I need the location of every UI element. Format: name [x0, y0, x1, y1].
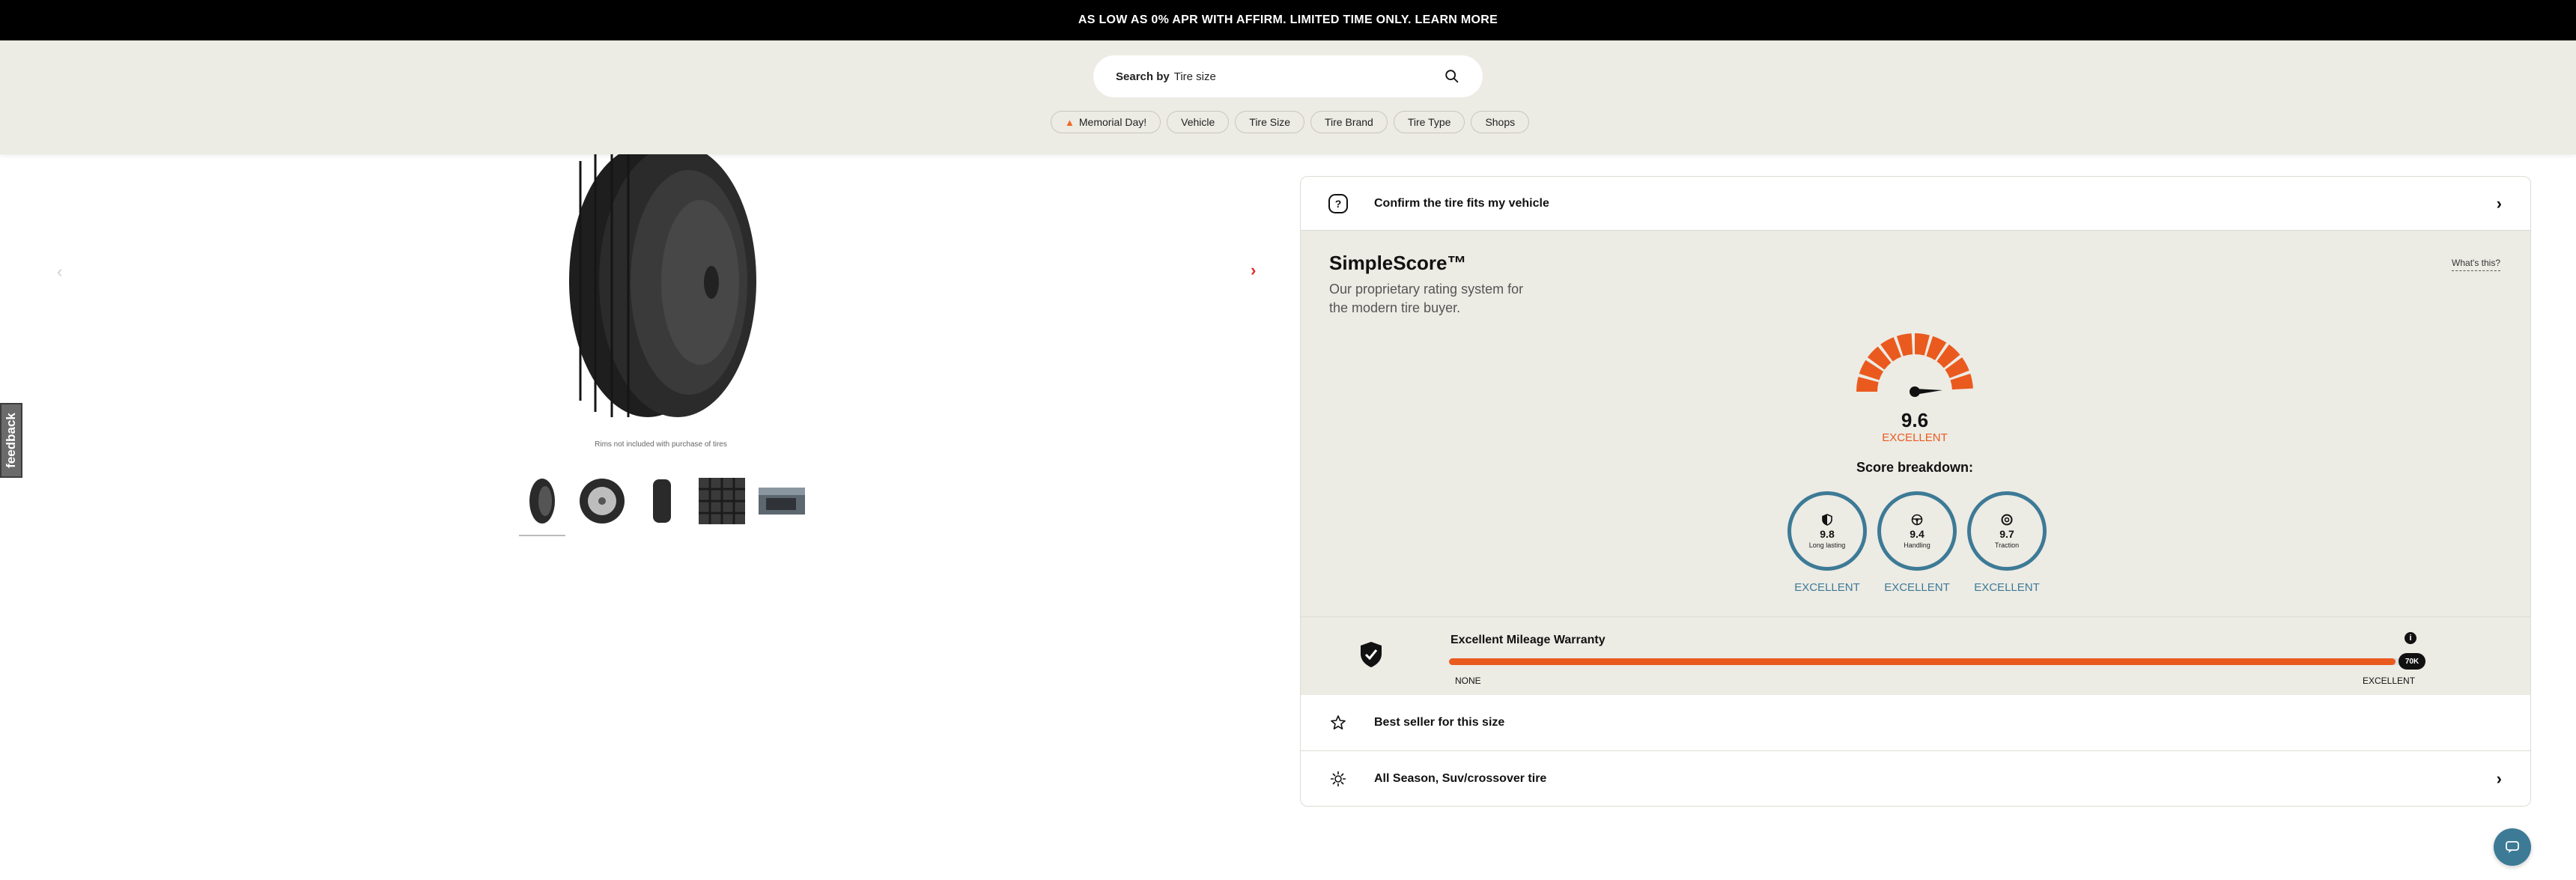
confirm-fit-row[interactable]: ? Confirm the tire fits my vehicle ›: [1301, 177, 2530, 231]
breakdown-value: 9.4: [1910, 527, 1925, 540]
breakdown-value: 9.8: [1820, 527, 1835, 540]
score-rating: EXCELLENT: [1882, 431, 1948, 444]
shield-check-icon: [1361, 642, 1382, 667]
score-ring: 9.8 Long lasting: [1787, 491, 1867, 571]
score-value: 9.6: [1901, 409, 1929, 431]
gauge-segment: [1915, 333, 1930, 356]
simplescore-title: SimpleScore™: [1329, 252, 1467, 274]
season-row[interactable]: All Season, Suv/crossover tire ›: [1301, 751, 2530, 806]
chat-button[interactable]: [2494, 828, 2531, 866]
rims-note: Rims not included with purchase of tires: [595, 440, 727, 449]
simplescore-subtitle: Our proprietary rating system for the mo…: [1329, 282, 1524, 315]
pill-tire-type[interactable]: Tire Type: [1393, 111, 1465, 133]
season-label: All Season, Suv/crossover tire: [1374, 772, 1547, 785]
breakdown-title: Score breakdown:: [1856, 460, 1974, 475]
search-input[interactable]: Search by Tire size: [1093, 55, 1483, 97]
pill-label: Tire Size: [1249, 116, 1290, 128]
score-traction: 9.7 Traction EXCELLENT: [1967, 491, 2047, 594]
product-panel: ? Confirm the tire fits my vehicle › Sim…: [1300, 176, 2531, 807]
tire-image: [569, 146, 756, 417]
best-seller-row: Best seller for this size: [1301, 695, 2530, 751]
thumbnail-strip: [519, 478, 805, 536]
whats-this-link[interactable]: What's this?: [2452, 258, 2500, 271]
steering-wheel-icon: [1911, 514, 1923, 525]
feedback-label: feedback: [4, 413, 19, 468]
thumbnail-4[interactable]: [699, 478, 745, 524]
score-ring: 9.4 Handling: [1877, 491, 1957, 571]
promo-text[interactable]: AS LOW AS 0% APR WITH AFFIRM. LIMITED TI…: [1078, 13, 1498, 27]
pill-label: Shops: [1485, 116, 1516, 128]
chevron-right-icon: ›: [2496, 193, 2502, 213]
breakdown-name: Handling: [1904, 541, 1931, 549]
all-season-icon: [1325, 765, 1352, 792]
search-icon[interactable]: [1444, 68, 1460, 85]
warranty-bar: [1449, 658, 2415, 665]
breakdown-rating: EXCELLENT: [1974, 581, 2040, 594]
pill-memorial-day[interactable]: ▲ Memorial Day!: [1051, 111, 1161, 133]
warranty-max-label: EXCELLENT: [2363, 676, 2416, 686]
score-ring: 9.7 Traction: [1967, 491, 2047, 571]
breakdown-name: Long lasting: [1808, 541, 1846, 549]
pill-tire-size[interactable]: Tire Size: [1235, 111, 1304, 133]
thumbnail-3[interactable]: [639, 478, 685, 524]
search-prefix: Search by: [1116, 70, 1170, 83]
breakdown-name: Traction: [1994, 541, 2020, 549]
pill-label: Vehicle: [1181, 116, 1215, 128]
score-long-lasting: 9.8 Long lasting EXCELLENT: [1787, 491, 1867, 594]
svg-text:?: ?: [1335, 198, 1342, 210]
warranty-bar-fill: [1449, 658, 2396, 665]
pill-label: Tire Brand: [1325, 116, 1373, 128]
pill-label: Tire Type: [1407, 116, 1451, 128]
info-icon[interactable]: i: [2405, 632, 2416, 644]
site-header: Search by Tire size ▲ Memorial Day! Vehic…: [0, 40, 2576, 154]
thumbnail-5[interactable]: [759, 478, 805, 524]
warranty-title: Excellent Mileage Warranty: [1450, 634, 1606, 646]
pill-tire-brand[interactable]: Tire Brand: [1310, 111, 1388, 133]
score-gauge: [1856, 333, 1973, 397]
warranty-section: Excellent Mileage Warranty i 70K NONE EX…: [1301, 616, 2530, 695]
score-handling: 9.4 Handling EXCELLENT: [1877, 491, 1957, 594]
gauge-segment: [1856, 377, 1879, 392]
tire-icon: [2001, 514, 2013, 525]
star-icon: [1325, 709, 1352, 736]
gallery-prev-button[interactable]: ‹: [57, 262, 62, 282]
simplescore-section: SimpleScore™ What's this? Our proprietar…: [1301, 231, 2530, 616]
question-icon: ?: [1325, 190, 1352, 217]
confirm-fit-label: Confirm the tire fits my vehicle: [1374, 196, 1549, 210]
thumbnail-1[interactable]: [519, 478, 565, 536]
warranty-knob: 70K: [2399, 653, 2425, 670]
pill-label: Memorial Day!: [1078, 116, 1147, 128]
chat-icon: [2506, 841, 2519, 853]
feedback-tab[interactable]: feedback: [0, 403, 22, 478]
chevron-right-icon: ›: [2496, 769, 2502, 788]
warranty-min-label: NONE: [1455, 676, 1481, 686]
breakdown-value: 9.7: [1999, 527, 2014, 540]
gallery-next-button[interactable]: ›: [1251, 261, 1256, 280]
pill-shops[interactable]: Shops: [1471, 111, 1530, 133]
search-placeholder[interactable]: Tire size: [1174, 70, 1444, 83]
category-nav: ▲ Memorial Day! Vehicle Tire Size Tire Br…: [1051, 111, 1530, 133]
pill-vehicle[interactable]: Vehicle: [1167, 111, 1230, 133]
promo-banner[interactable]: AS LOW AS 0% APR WITH AFFIRM. LIMITED TI…: [0, 0, 2576, 40]
flame-icon: ▲: [1065, 116, 1075, 128]
thumbnail-2[interactable]: [579, 478, 625, 524]
shield-icon: [1822, 513, 1832, 526]
best-seller-label: Best seller for this size: [1374, 716, 1505, 729]
